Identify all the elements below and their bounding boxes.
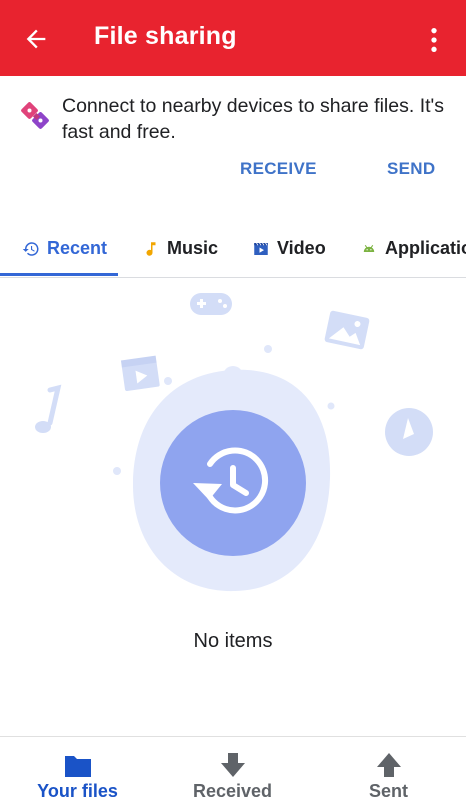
- category-tabs: Recent Music Video Applicatio: [0, 222, 466, 278]
- nav-sent[interactable]: Sent: [311, 737, 466, 800]
- folder-icon: [64, 756, 91, 777]
- music-note-icon: [35, 384, 62, 433]
- history-icon: [22, 241, 39, 256]
- more-vert-icon[interactable]: [418, 24, 450, 56]
- send-button[interactable]: SEND: [387, 159, 435, 179]
- empty-state-illustration: [35, 293, 433, 592]
- game-controller-icon: [190, 293, 232, 315]
- receive-button[interactable]: RECEIVE: [240, 159, 317, 179]
- tab-video-label: Video: [277, 238, 326, 258]
- arrow-back-icon[interactable]: [22, 25, 50, 53]
- nav-sent-label: Sent: [368, 781, 408, 800]
- app-bar: File sharing: [0, 0, 466, 76]
- share-promo: Connect to nearby devices to share files…: [0, 76, 466, 204]
- tab-video[interactable]: Video: [252, 222, 326, 275]
- tab-music-label: Music: [167, 238, 219, 258]
- tab-applications[interactable]: Applicatio: [360, 222, 466, 275]
- tab-applications-label: Applicatio: [385, 238, 466, 258]
- nearby-share-icon: [21, 102, 49, 129]
- tab-music[interactable]: Music: [142, 222, 218, 275]
- bottom-navigation: Your files Received Sent: [0, 736, 466, 800]
- nav-received[interactable]: Received: [155, 737, 310, 800]
- video-icon: [254, 242, 268, 255]
- selected-tab-indicator: [0, 273, 118, 276]
- music-note-icon: [146, 241, 156, 256]
- video-icon: [120, 355, 160, 391]
- download-icon: [220, 753, 245, 777]
- nav-your-files-label: Your files: [37, 781, 118, 800]
- upload-icon: [376, 753, 401, 777]
- file-sharing-screen: File sharing Connect to nearby devices t…: [0, 0, 466, 800]
- page-title: File sharing: [94, 22, 237, 50]
- image-icon: [324, 310, 370, 350]
- promo-text: Connect to nearby devices to share files…: [62, 95, 445, 143]
- empty-state-message: No items: [193, 630, 273, 652]
- nav-received-label: Received: [192, 781, 273, 800]
- nav-your-files[interactable]: Your files: [0, 737, 155, 800]
- tab-recent-label: Recent: [47, 238, 108, 258]
- play-circle-icon: [385, 408, 433, 456]
- android-icon: [363, 244, 375, 252]
- tab-recent[interactable]: Recent: [22, 222, 107, 275]
